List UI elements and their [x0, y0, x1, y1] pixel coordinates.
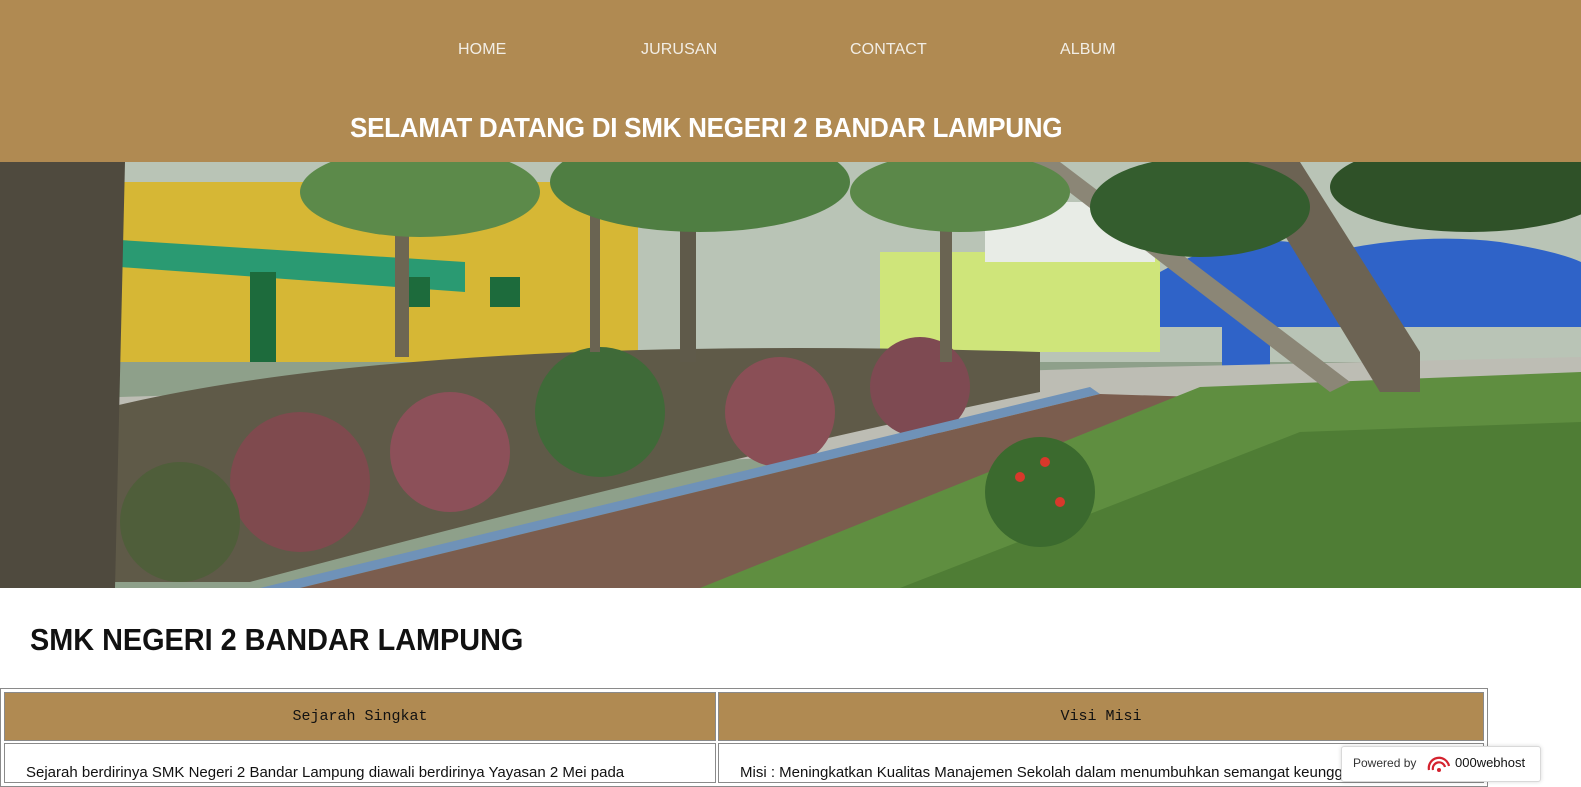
sejarah-header: Sejarah Singkat: [4, 692, 716, 741]
brand-label: 000webhost: [1455, 755, 1526, 770]
hosting-badge[interactable]: Powered by 000webhost: [1341, 746, 1541, 782]
sejarah-text: Sejarah berdirinya SMK Negeri 2 Bandar L…: [4, 743, 716, 783]
nav-contact-link[interactable]: CONTACT: [850, 41, 927, 59]
nav-jurusan-link[interactable]: JURUSAN: [641, 41, 717, 59]
site-header: HOME JURUSAN CONTACT ALBUM SELAMAT DATAN…: [0, 0, 1581, 162]
info-table: Sejarah Singkat Visi Misi Sejarah berdir…: [0, 688, 1488, 787]
table-row: Sejarah berdirinya SMK Negeri 2 Bandar L…: [3, 742, 1485, 784]
visi-misi-header: Visi Misi: [718, 692, 1484, 741]
welcome-heading: SELAMAT DATANG DI SMK NEGERI 2 BANDAR LA…: [350, 112, 1063, 143]
nav-home-link[interactable]: HOME: [458, 41, 506, 59]
000webhost-logo-icon: [1427, 756, 1451, 772]
hero-image: [0, 162, 1581, 588]
powered-by-label: Powered by: [1353, 756, 1417, 770]
nav-album-link[interactable]: ALBUM: [1060, 41, 1116, 59]
table-header-row: Sejarah Singkat Visi Misi: [3, 691, 1485, 742]
page-title: SMK NEGERI 2 BANDAR LAMPUNG: [30, 622, 524, 657]
